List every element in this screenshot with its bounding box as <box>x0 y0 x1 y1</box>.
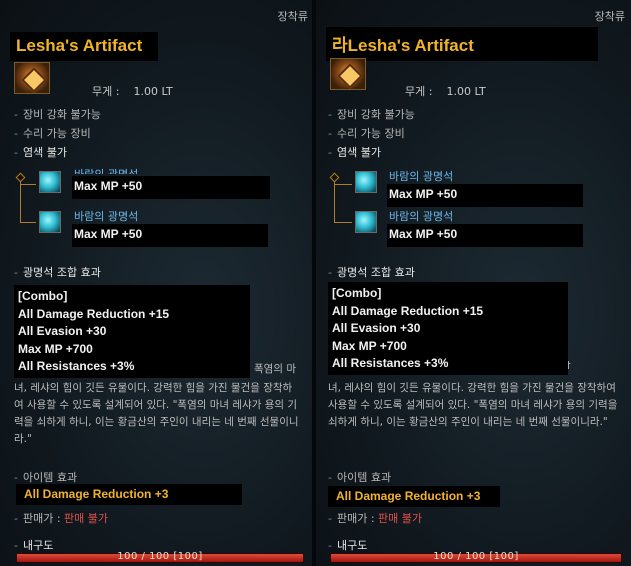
combo-line: All Resistances +3% <box>18 359 135 373</box>
gem-icon <box>355 211 377 233</box>
gem-name: 바람의 광명석 <box>389 210 454 223</box>
price-value: 판매 불가 <box>64 512 109 525</box>
gem-icon <box>39 171 61 193</box>
combo-line: All Damage Reduction +15 <box>332 303 484 318</box>
prop-dye: - 염색 불가 <box>328 146 381 159</box>
weight-label: 무게 : <box>405 85 433 98</box>
gem-effect: Max MP +50 <box>72 176 270 199</box>
socket-bracket-line <box>20 184 36 185</box>
artifact-icon <box>14 62 50 94</box>
gem-effect: Max MP +50 <box>387 184 583 207</box>
price-value: 판매 불가 <box>378 512 423 525</box>
item-effect-header: - 아이템 효과 <box>14 471 78 484</box>
durability-bar: 100 / 100 [100] <box>16 551 304 563</box>
prop-enhance: - 장비 강화 불가능 <box>328 108 415 121</box>
item-effect: All Damage Reduction +3 <box>328 486 500 507</box>
gem-effect: Max MP +50 <box>387 224 583 247</box>
combo-line: All Damage Reduction +15 <box>18 306 170 321</box>
socket-bracket-dot <box>329 172 340 183</box>
item-tooltip-right: 장착류 라Lesha's Artifact 무게 : 1.00 LT - 장비 강화… <box>316 0 631 566</box>
combo-line: Max MP +700 <box>18 341 93 356</box>
price-label: 판매가 : <box>336 512 375 525</box>
gem-name: 바람의 광명석 <box>74 210 139 223</box>
combo-line: All Evasion +30 <box>332 321 421 335</box>
socket-bracket-line <box>334 222 352 223</box>
durability-text: 100 / 100 [100] <box>117 551 203 562</box>
item-tooltip-left: 장착류 Lesha's Artifact 무게 : 1.00 LT - 장비 강화 … <box>0 0 312 566</box>
durability-text: 100 / 100 [100] <box>433 551 519 562</box>
price-label: 판매가 : <box>22 512 61 525</box>
prop-enhance-text: 장비 강화 불가능 <box>22 108 101 121</box>
weight-row: 무게 : 1.00 LT <box>92 83 173 99</box>
weight-label: 무게 : <box>92 85 120 98</box>
prop-repair: - 수리 가능 장비 <box>328 127 405 140</box>
artifact-icon <box>330 58 366 90</box>
combo-header: - 광명석 조합 효과 <box>14 266 101 279</box>
gem-effect: Max MP +50 <box>72 224 268 247</box>
gem-name: 바람의 광명석 <box>74 166 138 174</box>
price-row: - 판매가 : 판매 불가 <box>328 512 423 525</box>
prop-dye: - 염색 불가 <box>14 146 67 159</box>
combo-line: Max MP +700 <box>332 338 407 353</box>
combo-line: [Combo] <box>332 286 382 300</box>
title-text: Lesha's Artifact <box>347 36 474 55</box>
combo-header-text: 광명석 조합 효과 <box>336 266 415 279</box>
weight-value: 1.00 LT <box>446 85 486 98</box>
item-effect: All Damage Reduction +3 <box>16 484 242 505</box>
combo-line: [Combo] <box>18 289 68 303</box>
item-title: Lesha's Artifact <box>10 32 158 61</box>
combo-line: All Evasion +30 <box>18 324 107 338</box>
prop-enhance-text: 장비 강화 불가능 <box>336 108 415 121</box>
combo-effects: [Combo] All Damage Reduction +15 All Eva… <box>328 282 568 375</box>
title-prefix: 라 <box>332 36 348 55</box>
price-row: - 판매가 : 판매 불가 <box>14 512 109 525</box>
description: 녀, 레샤의 힘이 깃든 유물이다. 강력한 힘을 가진 물건을 장착하여 사용… <box>14 382 299 445</box>
socket-bracket-line <box>20 222 36 223</box>
weight-row: 무게 : 1.00 LT <box>405 83 486 99</box>
combo-header: - 광명석 조합 효과 <box>328 266 415 279</box>
gem-icon <box>39 211 61 233</box>
prop-repair: - 수리 가능 장비 <box>14 127 91 140</box>
prop-enhance: - 장비 강화 불가능 <box>14 108 101 121</box>
gem-icon <box>355 171 377 193</box>
socket-bracket-dot <box>15 172 26 183</box>
combo-header-text: 광명석 조합 효과 <box>22 266 101 279</box>
description: 녀, 레샤의 힘이 깃든 유물이다. 강력한 힘을 가진 물건을 장착하여 사용… <box>328 382 618 428</box>
item-effect-header-text: 아이템 효과 <box>336 471 392 484</box>
durability-bar: 100 / 100 [100] <box>330 551 622 563</box>
combo-line: All Resistances +3% <box>332 356 449 370</box>
item-title: 라Lesha's Artifact <box>326 27 598 61</box>
socket-bracket-line <box>334 184 352 185</box>
item-category: 장착류 <box>594 10 625 23</box>
description-tail: 폭염의 마 <box>254 363 296 375</box>
weight-value: 1.00 LT <box>133 85 173 98</box>
item-effect-header-text: 아이템 효과 <box>22 471 78 484</box>
gem-name: 바람의 광명석 <box>389 170 454 183</box>
combo-effects: [Combo] All Damage Reduction +15 All Eva… <box>14 285 250 378</box>
item-effect-header: - 아이템 효과 <box>328 471 392 484</box>
prop-dye-text: 염색 불가 <box>22 146 67 159</box>
prop-dye-text: 염색 불가 <box>336 146 381 159</box>
item-category: 장착류 <box>277 10 308 23</box>
prop-repair-text: 수리 가능 장비 <box>22 127 91 140</box>
prop-repair-text: 수리 가능 장비 <box>336 127 405 140</box>
